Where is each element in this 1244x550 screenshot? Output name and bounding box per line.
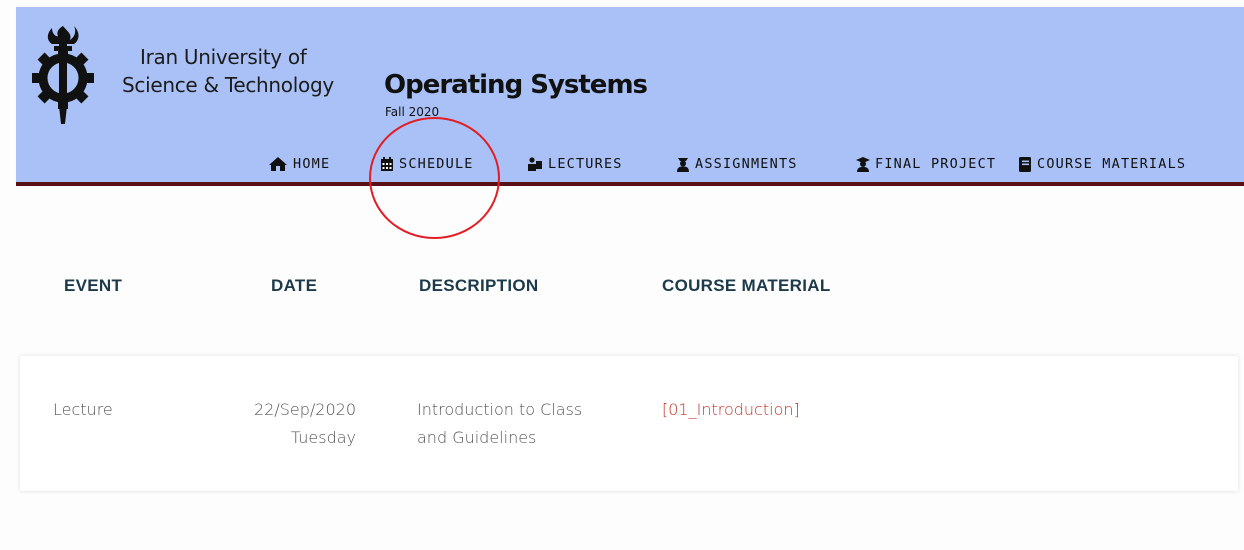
nav-item-final-project[interactable]: FINAL PROJECT [856, 153, 996, 175]
final-project-icon [856, 156, 870, 172]
nav-item-lectures[interactable]: LECTURES [527, 153, 623, 175]
cell-description-line1: Introduction to Class [417, 400, 583, 419]
nav-item-assignments[interactable]: ASSIGNMENTS [676, 153, 798, 175]
cell-date: 22/Sep/2020 Tuesday [210, 396, 356, 452]
home-icon [269, 157, 287, 171]
header-course-material: COURSE MATERIAL [662, 276, 831, 295]
university-logo-icon[interactable] [32, 24, 94, 128]
course-title: Operating Systems [384, 70, 648, 100]
material-link[interactable]: [01_Introduction] [662, 396, 800, 424]
site-header: Iran University of Science & Technology … [16, 7, 1244, 186]
nav-item-label: FINAL PROJECT [875, 156, 997, 172]
header-event: EVENT [64, 276, 123, 295]
nav-item-label: ASSIGNMENTS [695, 156, 798, 172]
cell-date-value: 22/Sep/2020 [253, 400, 356, 419]
nav-item-course-materials[interactable]: COURSE MATERIALS [1019, 153, 1186, 175]
nav-item-label: HOME [293, 156, 331, 172]
header-date: DATE [271, 276, 318, 295]
table-row: Lecture 22/Sep/2020 Tuesday Introduction… [20, 356, 1238, 491]
book-icon [1019, 156, 1031, 172]
cell-event: Lecture [53, 400, 113, 419]
course-term: Fall 2020 [385, 105, 440, 119]
cell-date-day: Tuesday [290, 428, 356, 447]
cell-description-line2: and Guidelines [417, 428, 537, 447]
lectures-icon [528, 156, 542, 171]
nav-item-label: SCHEDULE [399, 156, 474, 172]
calendar-icon [381, 156, 393, 171]
nav-item-home[interactable]: HOME [268, 153, 330, 175]
header-description: DESCRIPTION [419, 276, 539, 295]
nav-item-schedule[interactable]: SCHEDULE [380, 153, 474, 175]
nav-item-label: COURSE MATERIALS [1037, 156, 1187, 172]
nav-item-label: LECTURES [548, 156, 623, 172]
assignments-icon [677, 157, 689, 172]
university-name-line1: Iran University of [140, 45, 307, 69]
university-name: Iran University of Science & Technology [122, 43, 334, 99]
university-name-line2: Science & Technology [122, 73, 334, 97]
cell-description: Introduction to Class and Guidelines [417, 396, 582, 452]
